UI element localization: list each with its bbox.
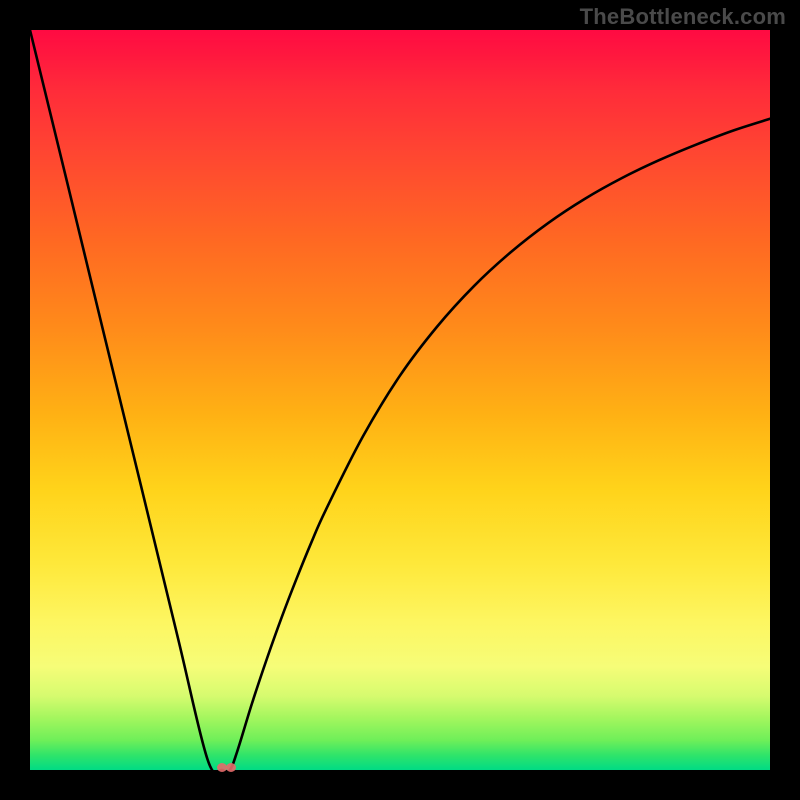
v-curve [30, 30, 770, 773]
curve-layer [30, 30, 770, 770]
plot-area [30, 30, 770, 770]
watermark-text: TheBottleneck.com [580, 4, 786, 30]
chart-frame: TheBottleneck.com [0, 0, 800, 800]
minimum-marker-b [226, 763, 236, 772]
